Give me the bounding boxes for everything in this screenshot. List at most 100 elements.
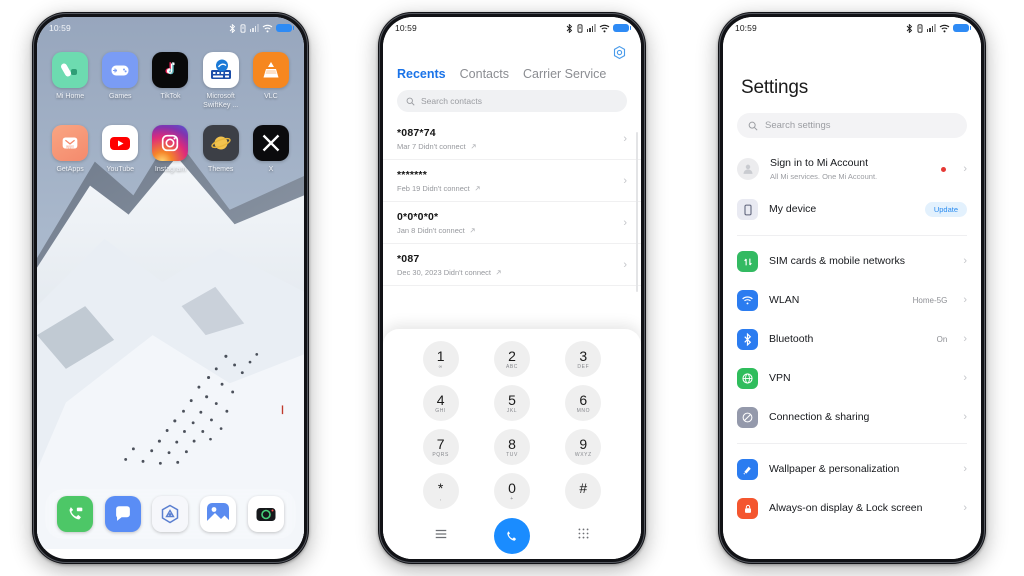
tab-recents[interactable]: Recents bbox=[397, 67, 446, 81]
call-detail: Jan 8 Didn't connect bbox=[397, 226, 476, 235]
search-settings-input[interactable]: Search settings bbox=[737, 113, 967, 138]
vibrate-icon bbox=[240, 23, 246, 33]
battery-icon bbox=[953, 24, 971, 32]
key-9[interactable]: 9 WXYZ bbox=[565, 429, 602, 465]
themes-icon bbox=[202, 125, 239, 161]
call-detail-text: Jan 8 Didn't connect bbox=[397, 226, 465, 235]
app-label: Themes bbox=[208, 166, 234, 173]
call-list-item[interactable]: *087*74 Mar 7 Didn't connect › bbox=[383, 118, 641, 160]
settings-row-bluetooth[interactable]: Bluetooth On › bbox=[723, 320, 981, 359]
key-sub: MNO bbox=[576, 407, 591, 414]
call-number: ******* bbox=[397, 169, 428, 181]
dialer-settings-icon[interactable] bbox=[612, 45, 627, 65]
call-number: *087 bbox=[397, 253, 420, 265]
status-clock: 10:59 bbox=[735, 23, 757, 33]
app-instagram[interactable]: Instagram bbox=[145, 125, 195, 174]
chevron-right-icon: › bbox=[963, 502, 967, 514]
settings-row-wallpaper[interactable]: Wallpaper & personalization › bbox=[723, 450, 981, 489]
settings-group-personalization: Wallpaper & personalization › Always-on … bbox=[723, 450, 981, 528]
battery-icon bbox=[276, 24, 294, 32]
signal-bars-icon bbox=[926, 24, 936, 32]
status-clock: 10:59 bbox=[395, 23, 417, 33]
settings-row-sim-cards[interactable]: SIM cards & mobile networks › bbox=[723, 242, 981, 281]
search-placeholder: Search contacts bbox=[421, 96, 482, 106]
settings-row-wlan[interactable]: WLAN Home-5G › bbox=[723, 281, 981, 320]
chevron-right-icon: › bbox=[623, 258, 627, 271]
key-digit: 8 bbox=[508, 435, 516, 452]
key-digit: 6 bbox=[579, 391, 588, 408]
settings-row-value: On bbox=[936, 335, 948, 344]
key-sub: DEF bbox=[577, 363, 590, 370]
key-star[interactable]: *, bbox=[422, 473, 459, 509]
call-button[interactable] bbox=[493, 518, 530, 554]
app-label: YouTube bbox=[106, 166, 135, 173]
home-screen: 10:59 Mi Home Games TikTok Microsoft Swi… bbox=[37, 17, 304, 559]
app-mi-home[interactable]: Mi Home bbox=[45, 52, 95, 110]
app-themes[interactable]: Themes bbox=[196, 125, 246, 174]
key-digit: 0 bbox=[508, 479, 516, 496]
key-5[interactable]: 5 JKL bbox=[493, 385, 530, 421]
app-getapps[interactable]: apps GetApps bbox=[45, 125, 95, 174]
app-games[interactable]: Games bbox=[95, 52, 145, 110]
outgoing-call-arrow-icon bbox=[496, 270, 501, 275]
chevron-right-icon: › bbox=[963, 255, 967, 267]
key-digit: 7 bbox=[436, 435, 445, 452]
list-scrollbar[interactable] bbox=[636, 132, 638, 292]
settings-row-always-on-display[interactable]: Always-on display & Lock screen › bbox=[723, 489, 981, 528]
settings-row-mi-account[interactable]: Sign in to Mi Account All Mi services. O… bbox=[723, 148, 981, 190]
phone-settings-screen: 10:59 Settings Search settings Sign in t… bbox=[718, 12, 986, 564]
call-list-item[interactable]: 0*0*0*0* Jan 8 Didn't connect › bbox=[383, 202, 641, 244]
call-list-item[interactable]: ******* Feb 19 Didn't connect › bbox=[383, 160, 641, 202]
key-0[interactable]: 0 + bbox=[493, 473, 530, 509]
call-detail: Feb 19 Didn't connect bbox=[397, 184, 481, 193]
keypad: 1 ∞ 2 ABC 3 DEF 4 GHI 5 JKL 6 MNO 7 PQRS 8 TUV 9… bbox=[405, 341, 619, 509]
x-icon bbox=[252, 125, 289, 161]
status-clock: 10:59 bbox=[49, 23, 71, 33]
key-hash[interactable]: # bbox=[565, 473, 602, 509]
app-x[interactable]: X bbox=[246, 125, 296, 174]
keypad-icon[interactable] bbox=[577, 527, 590, 545]
update-badge[interactable]: Update bbox=[924, 202, 967, 217]
key-8[interactable]: 8 TUV bbox=[493, 429, 530, 465]
key-sub: PQRS bbox=[432, 451, 449, 458]
my-device-icon bbox=[737, 199, 758, 220]
settings-row-label: VPN bbox=[769, 372, 791, 384]
key-3[interactable]: 3 DEF bbox=[565, 341, 602, 377]
settings-row-vpn[interactable]: VPN › bbox=[723, 359, 981, 398]
dialer-tabs: Recents Contacts Carrier Service bbox=[383, 39, 641, 81]
settings-row-label: My device bbox=[769, 203, 817, 215]
settings-row-connection-sharing[interactable]: Connection & sharing › bbox=[723, 398, 981, 437]
call-detail-text: Feb 19 Didn't connect bbox=[397, 184, 470, 193]
status-bar: 10:59 bbox=[723, 17, 981, 39]
chevron-right-icon: › bbox=[623, 132, 627, 145]
key-2[interactable]: 2 ABC bbox=[493, 341, 530, 377]
call-list-item[interactable]: *087 Dec 30, 2023 Didn't connect › bbox=[383, 244, 641, 286]
key-4[interactable]: 4 GHI bbox=[422, 385, 459, 421]
chevron-right-icon: › bbox=[963, 463, 967, 475]
key-7[interactable]: 7 PQRS bbox=[422, 429, 459, 465]
settings-divider bbox=[737, 235, 967, 236]
app-swiftkey[interactable]: Microsoft SwiftKey ... bbox=[196, 52, 246, 110]
key-6[interactable]: 6 MNO bbox=[565, 385, 602, 421]
status-bar: 10:59 bbox=[37, 17, 304, 39]
bluetooth-icon bbox=[229, 23, 235, 33]
menu-icon[interactable] bbox=[434, 527, 448, 546]
app-vlc[interactable]: VLC bbox=[246, 52, 296, 110]
wallpaper-icon bbox=[737, 459, 758, 480]
app-tiktok[interactable]: TikTok bbox=[145, 52, 195, 110]
search-contacts-input[interactable]: Search contacts bbox=[397, 90, 627, 112]
screenshot-stage: 10:59 Mi Home Games TikTok Microsoft Swi… bbox=[0, 0, 1024, 576]
call-detail-text: Dec 30, 2023 Didn't connect bbox=[397, 268, 491, 277]
key-1[interactable]: 1 ∞ bbox=[422, 341, 459, 377]
swiftkey-icon bbox=[202, 52, 239, 88]
key-digit: * bbox=[437, 479, 444, 496]
chevron-right-icon: › bbox=[963, 162, 967, 175]
settings-row-label: WLAN bbox=[769, 294, 800, 306]
tab-contacts[interactable]: Contacts bbox=[460, 67, 509, 81]
settings-row-my-device[interactable]: My device Update bbox=[723, 190, 981, 229]
svg-text:apps: apps bbox=[66, 145, 74, 149]
app-youtube[interactable]: YouTube bbox=[95, 125, 145, 174]
tab-carrier-service[interactable]: Carrier Service bbox=[523, 67, 606, 81]
mi-home-icon bbox=[52, 52, 89, 88]
home-content: Mi Home Games TikTok Microsoft SwiftKey … bbox=[37, 17, 304, 559]
